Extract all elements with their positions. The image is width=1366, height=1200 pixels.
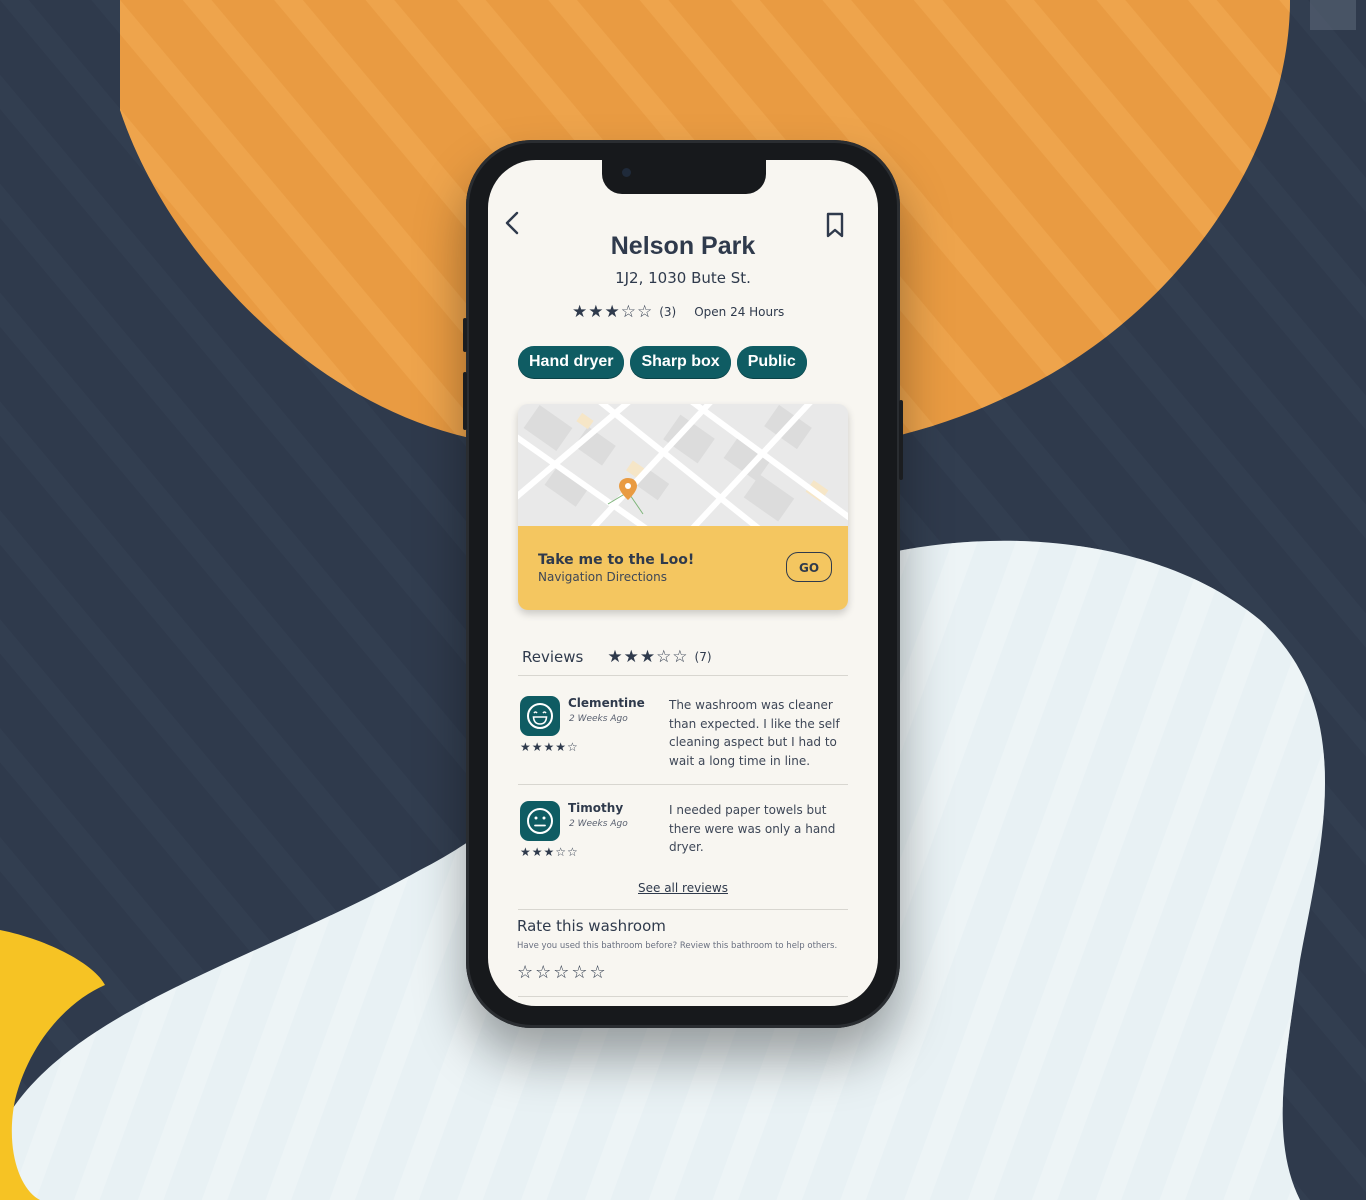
phone-notch (602, 160, 766, 194)
divider (518, 675, 848, 676)
divider (518, 784, 848, 785)
review-text: I needed paper towels but there were was… (669, 803, 836, 854)
review-stars: ★★★★☆ (520, 740, 579, 754)
phone-screen: Nelson Park 1J2, 1030 Bute St. ★★★☆☆ (3)… (488, 160, 878, 1006)
phone-side-button (463, 318, 467, 352)
smiley-neutral-icon (527, 808, 553, 834)
go-button[interactable]: GO (786, 552, 832, 582)
navigation-subtitle: Navigation Directions (538, 570, 667, 584)
place-hours: Open 24 Hours (694, 305, 785, 319)
reviews-label: Reviews (522, 648, 584, 666)
smiley-happy-icon (527, 703, 553, 729)
rate-title: Rate this washroom (517, 917, 666, 935)
reviewer-name: Timothy (568, 801, 624, 815)
map-view[interactable] (518, 404, 848, 526)
divider (518, 996, 848, 997)
divider (518, 909, 848, 910)
tag-hand-dryer[interactable]: Hand dryer (518, 346, 625, 378)
rate-stars-input[interactable]: ☆☆☆☆☆ (517, 962, 608, 983)
camera-dot (622, 168, 631, 177)
place-address: 1J2, 1030 Bute St. (615, 269, 751, 287)
navigation-card[interactable]: Take me to the Loo! Navigation Direction… (518, 526, 848, 610)
reviews-header: Reviews ★★★☆☆ (7) (522, 647, 712, 667)
tag-sharp-box[interactable]: Sharp box (630, 346, 731, 378)
avatar (520, 696, 560, 736)
reviewer-name: Clementine (568, 696, 645, 710)
place-title: Nelson Park (610, 232, 756, 260)
review-date: 2 Weeks Ago (569, 819, 628, 829)
amenity-tags: Hand dryer Sharp box Public (518, 346, 807, 378)
place-stars: ★★★☆☆ (572, 302, 654, 322)
review-stars: ★★★☆☆ (520, 845, 579, 859)
place-rating-count: (3) (659, 305, 677, 319)
review-date: 2 Weeks Ago (569, 714, 628, 724)
see-all-reviews-link[interactable]: See all reviews (488, 881, 878, 895)
reviews-count: (7) (694, 650, 712, 664)
navigation-title: Take me to the Loo! (538, 552, 695, 568)
place-rating-row: ★★★☆☆ (3) Open 24 Hours (572, 302, 784, 322)
rate-subtitle: Have you used this bathroom before? Revi… (517, 941, 838, 951)
reviews-stars: ★★★☆☆ (607, 647, 689, 667)
tag-public[interactable]: Public (736, 346, 807, 378)
phone-side-button (899, 400, 903, 480)
map-card: Take me to the Loo! Navigation Direction… (518, 404, 848, 610)
phone-side-button (463, 372, 467, 430)
review-text: The washroom was cleaner than expected. … (669, 698, 840, 768)
avatar (520, 801, 560, 841)
